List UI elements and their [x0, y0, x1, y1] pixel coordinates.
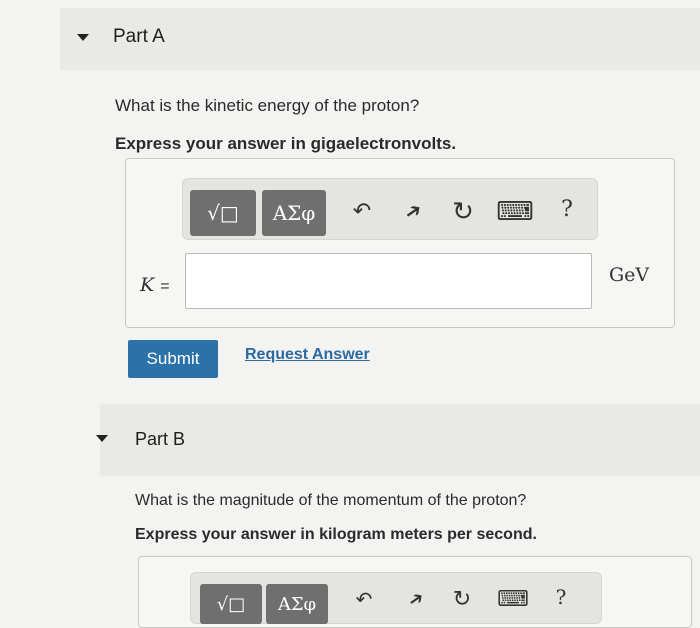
undo-icon[interactable]: ↶: [347, 196, 377, 226]
part-b-greek-button[interactable]: ΑΣφ: [266, 584, 328, 624]
part-b-collapse-icon[interactable]: [96, 435, 108, 442]
variable-symbol: K: [140, 274, 155, 296]
part-b-template-button[interactable]: √□: [200, 584, 262, 624]
part-a-collapse-icon[interactable]: [77, 34, 89, 41]
unit-label: GeV: [609, 264, 650, 286]
greek-symbols-icon: ΑΣφ: [272, 201, 316, 225]
part-a-greek-button[interactable]: ΑΣφ: [262, 190, 326, 236]
part-a-instruction: Express your answer in gigaelectronvolts…: [115, 134, 457, 153]
template-icon: √□: [207, 201, 239, 225]
part-a-title: Part A: [113, 26, 165, 47]
variable-label: K =: [140, 274, 170, 296]
reset-icon[interactable]: ↻: [448, 586, 476, 612]
part-b-question: What is the magnitude of the momentum of…: [135, 492, 527, 509]
greek-symbols-icon: ΑΣφ: [277, 593, 317, 615]
part-a-answer-input[interactable]: [185, 253, 592, 309]
help-icon[interactable]: ?: [555, 194, 579, 224]
request-answer-link[interactable]: Request Answer: [245, 346, 370, 364]
equals-sign: =: [160, 278, 170, 295]
part-b-title: Part B: [135, 429, 186, 449]
reset-icon[interactable]: ↻: [448, 196, 478, 226]
template-icon: √□: [216, 593, 246, 615]
part-b-header[interactable]: [100, 404, 700, 476]
keyboard-icon[interactable]: ⌨: [497, 586, 529, 612]
keyboard-icon[interactable]: ⌨: [496, 196, 534, 226]
submit-button[interactable]: Submit: [128, 340, 218, 378]
help-icon[interactable]: ?: [550, 584, 572, 610]
part-a-template-button[interactable]: √□: [190, 190, 256, 236]
part-a-question: What is the kinetic energy of the proton…: [115, 96, 420, 115]
part-b-instruction: Express your answer in kilogram meters p…: [135, 526, 537, 543]
undo-icon[interactable]: ↶: [350, 586, 378, 612]
